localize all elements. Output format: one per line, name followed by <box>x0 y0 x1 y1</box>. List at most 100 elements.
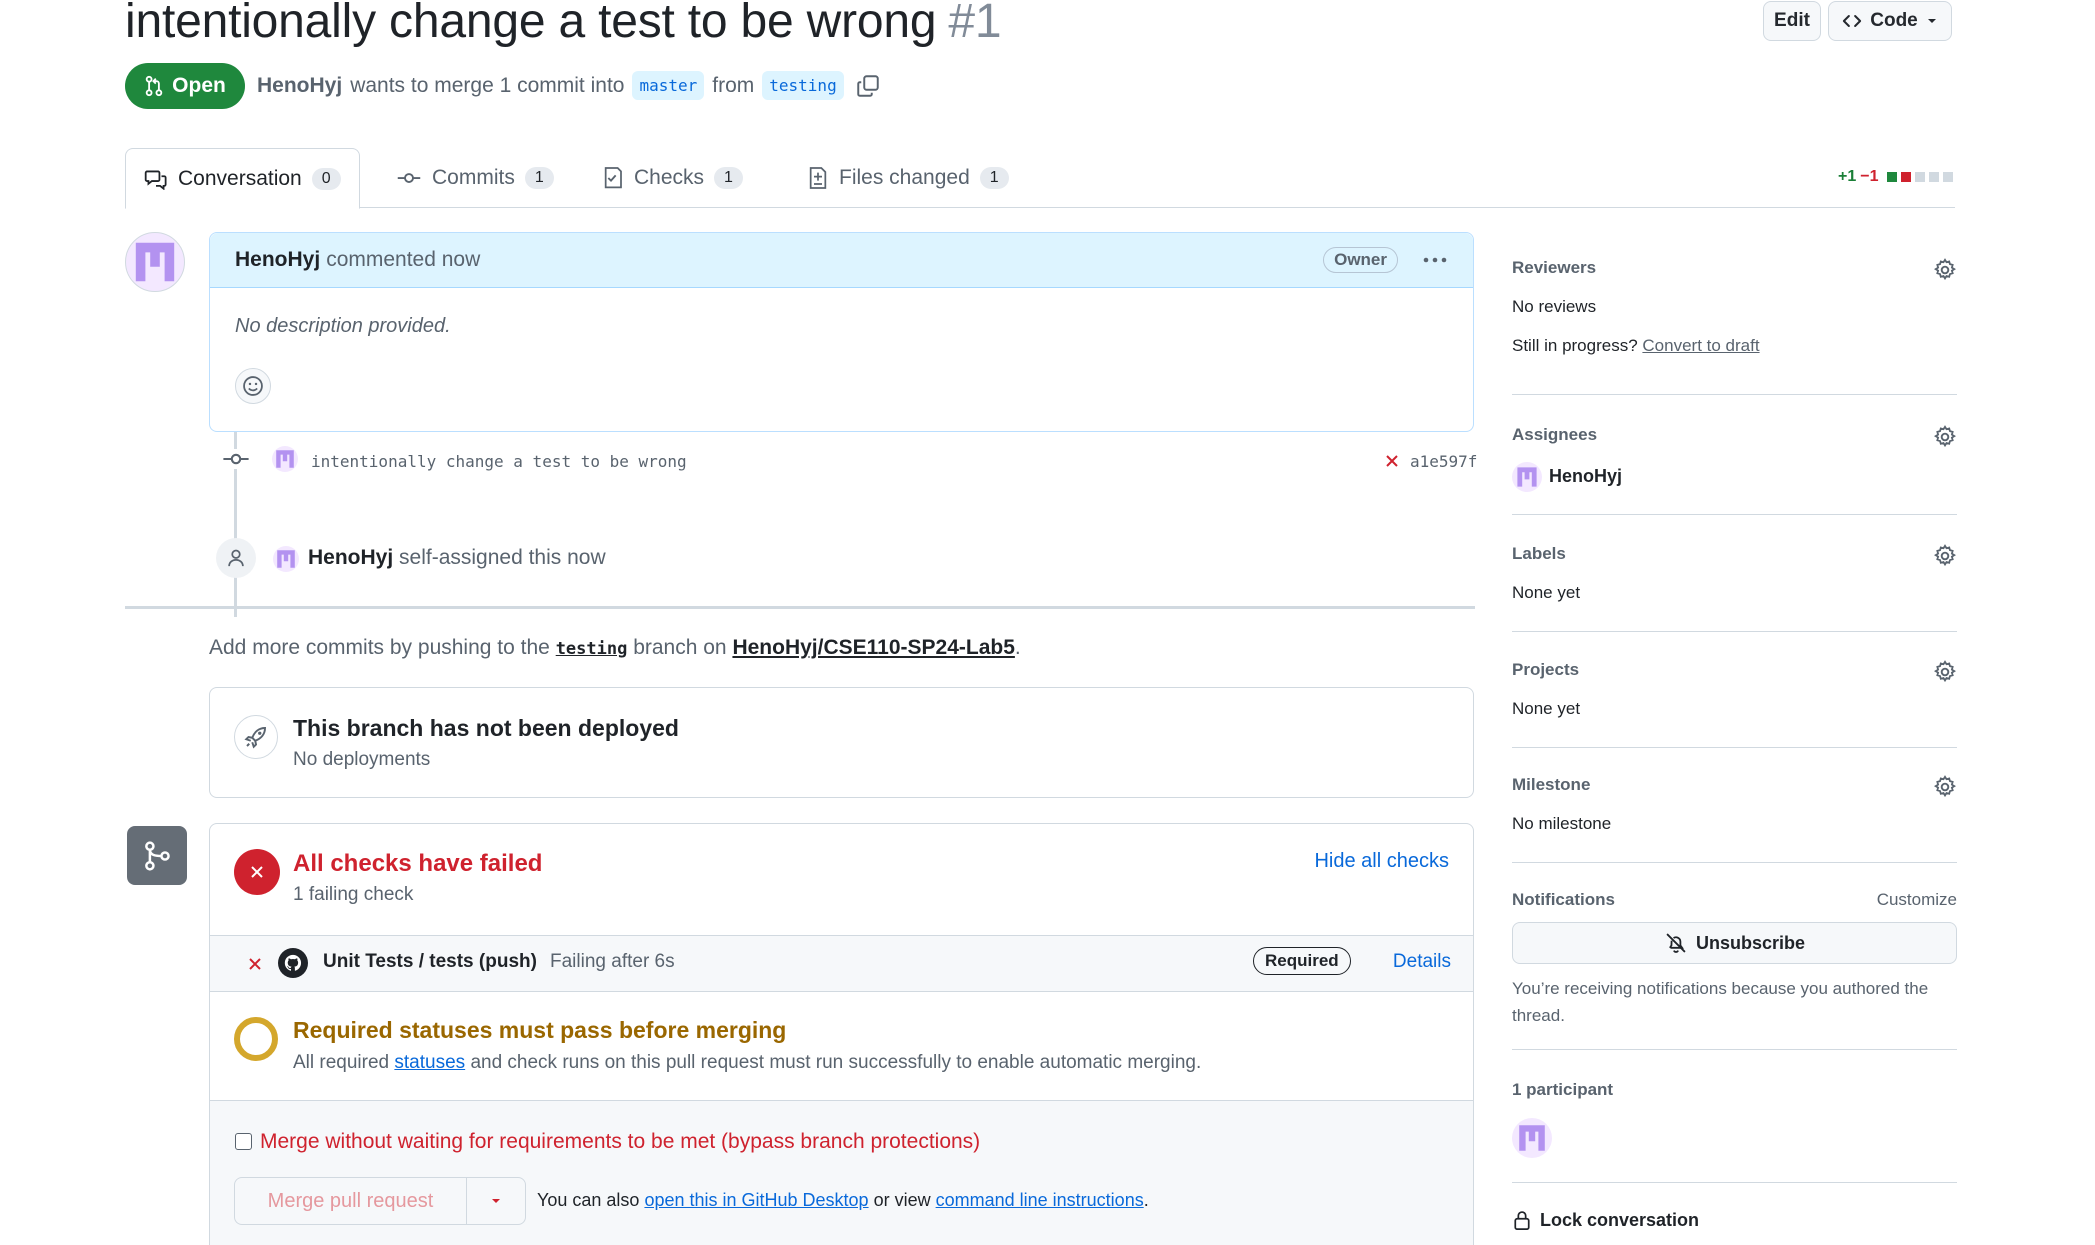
page-title: intentionally change a test to be wrong #… <box>125 0 1002 49</box>
participant-avatar[interactable] <box>1512 1118 1552 1158</box>
diffstat-additions: +1 <box>1838 168 1857 185</box>
tab-checks[interactable]: Checks 1 <box>584 148 761 208</box>
convert-to-draft-link[interactable]: Convert to draft <box>1642 336 1759 355</box>
bypass-checkbox[interactable] <box>235 1133 252 1150</box>
push-hint-middle: branch on <box>633 636 727 659</box>
gear-icon[interactable] <box>1933 425 1957 449</box>
copy-icon[interactable] <box>856 74 880 98</box>
hide-checks-link[interactable]: Hide all checks <box>1314 850 1449 873</box>
participants-title: 1 participant <box>1512 1080 1614 1099</box>
deployment-title: This branch has not been deployed <box>293 715 679 741</box>
x-icon[interactable] <box>1384 453 1400 469</box>
pr-tabs: Conversation 0 Commits 1 Checks 1 Files … <box>125 148 1955 209</box>
merge-pull-request-button[interactable]: Merge pull request <box>234 1177 466 1225</box>
sidebar-assignees: Assignees HenoHyj <box>1512 425 1957 515</box>
commit-message-link[interactable]: intentionally change a test to be wrong <box>311 452 687 471</box>
tab-conversation[interactable]: Conversation 0 <box>125 148 360 209</box>
tab-files-changed-label: Files changed <box>839 166 970 189</box>
person-event-badge <box>216 538 256 578</box>
check-details-link[interactable]: Details <box>1393 951 1451 973</box>
event-author[interactable]: HenoHyj <box>308 546 393 569</box>
command-line-link[interactable]: command line instructions <box>936 1190 1144 1210</box>
pr-state-badge: Open <box>125 63 245 109</box>
push-hint-prefix: Add more commits by pushing to the <box>209 636 550 659</box>
notifications-reason: You’re receiving notifications because y… <box>1512 979 1929 1025</box>
assignee-avatar[interactable] <box>1512 462 1542 492</box>
comment-author[interactable]: HenoHyj <box>235 248 320 272</box>
deployment-subtitle: No deployments <box>293 749 431 770</box>
x-icon <box>251 866 263 878</box>
labels-title[interactable]: Labels <box>1512 544 1566 564</box>
identicon-icon <box>276 450 294 468</box>
sidebar-labels: Labels None yet <box>1512 544 1957 632</box>
diffstat-box-neutral <box>1942 172 1953 182</box>
draft-prompt: Still in progress? Convert to draft <box>1512 336 1760 356</box>
sidebar-participants: 1 participant <box>1512 1080 1957 1183</box>
code-button[interactable]: Code <box>1828 1 1952 41</box>
pr-author-link[interactable]: HenoHyj <box>257 74 342 98</box>
milestone-title[interactable]: Milestone <box>1512 775 1590 795</box>
unsubscribe-button[interactable]: Unsubscribe <box>1512 922 1957 964</box>
required-text-prefix: All required <box>293 1052 390 1073</box>
comment-timestamp[interactable]: commented now <box>326 248 480 272</box>
caret-down-icon <box>1927 19 1936 23</box>
statuses-link[interactable]: statuses <box>394 1052 465 1073</box>
push-hint-branch[interactable]: testing <box>556 639 628 659</box>
commit-author-avatar[interactable] <box>272 446 298 472</box>
lock-icon <box>1514 1211 1530 1231</box>
commit-sha-link[interactable]: a1e597f <box>1410 452 1477 471</box>
git-commit-icon <box>223 453 249 465</box>
merge-button-label: Merge pull request <box>267 1189 434 1212</box>
kebab-menu-icon[interactable] <box>1422 255 1448 265</box>
checklist-icon <box>604 167 622 189</box>
identicon-icon <box>1517 467 1537 487</box>
event-author-avatar[interactable] <box>273 546 299 572</box>
tab-commits[interactable]: Commits 1 <box>378 148 572 208</box>
check-name[interactable]: Unit Tests / tests (push) <box>323 951 537 973</box>
checks-failed-badge <box>234 849 280 895</box>
gear-icon[interactable] <box>1933 775 1957 799</box>
tab-commits-count: 1 <box>524 167 554 189</box>
required-title: Required statuses must pass before mergi… <box>293 1017 787 1043</box>
rocket-icon <box>244 727 266 749</box>
lock-conversation-label: Lock conversation <box>1540 1209 1700 1230</box>
tab-checks-count: 1 <box>714 167 743 189</box>
add-reaction-button[interactable] <box>235 368 271 404</box>
git-pull-request-icon <box>145 75 163 97</box>
edit-button[interactable]: Edit <box>1763 1 1821 41</box>
tab-checks-label: Checks <box>634 166 705 189</box>
merge-actions: Merge without waiting for requirements t… <box>210 1100 1473 1245</box>
customize-link[interactable]: Customize <box>1877 890 1957 910</box>
assignee-name[interactable]: HenoHyj <box>1549 466 1622 487</box>
gear-icon[interactable] <box>1933 660 1957 684</box>
tab-files-changed-count: 1 <box>979 167 1009 189</box>
merge-text: wants to merge 1 commit into <box>350 73 625 97</box>
merge-box-icon-badge <box>127 826 187 885</box>
pr-state-label: Open <box>172 74 226 97</box>
gear-icon[interactable] <box>1933 258 1957 282</box>
assignees-title[interactable]: Assignees <box>1512 425 1597 445</box>
required-text-suffix: and check runs on this pull request must… <box>470 1052 1202 1073</box>
head-branch[interactable]: testing <box>762 71 844 100</box>
bypass-label[interactable]: Merge without waiting for requirements t… <box>260 1130 980 1154</box>
identicon-icon <box>135 242 175 282</box>
merge-alternatives: You can also open this in GitHub Desktop… <box>537 1190 1149 1211</box>
repo-link[interactable]: HenoHyj/CSE110-SP24-Lab5 <box>732 636 1014 659</box>
pr-number: #1 <box>948 0 1002 48</box>
github-desktop-link[interactable]: open this in GitHub Desktop <box>644 1190 868 1210</box>
avatar[interactable] <box>125 232 185 292</box>
lock-conversation-button[interactable]: Lock conversation <box>1512 1209 1699 1231</box>
pr-title-text: intentionally change a test to be wrong <box>125 0 937 48</box>
merge-box: All checks have failed 1 failing check H… <box>209 823 1474 1245</box>
code-icon <box>1843 15 1862 27</box>
check-status: Failing after 6s <box>550 951 675 972</box>
projects-value: None yet <box>1512 699 1581 718</box>
reviewers-title[interactable]: Reviewers <box>1512 258 1596 278</box>
event-text: self-assigned this now <box>399 546 606 569</box>
gear-icon[interactable] <box>1933 544 1957 568</box>
pr-description-comment: HenoHyj commented now Owner No descripti… <box>209 232 1474 432</box>
projects-title[interactable]: Projects <box>1512 660 1579 680</box>
base-branch[interactable]: master <box>632 71 705 100</box>
tab-files-changed[interactable]: Files changed 1 <box>789 148 1027 208</box>
merge-method-dropdown[interactable] <box>466 1177 526 1225</box>
